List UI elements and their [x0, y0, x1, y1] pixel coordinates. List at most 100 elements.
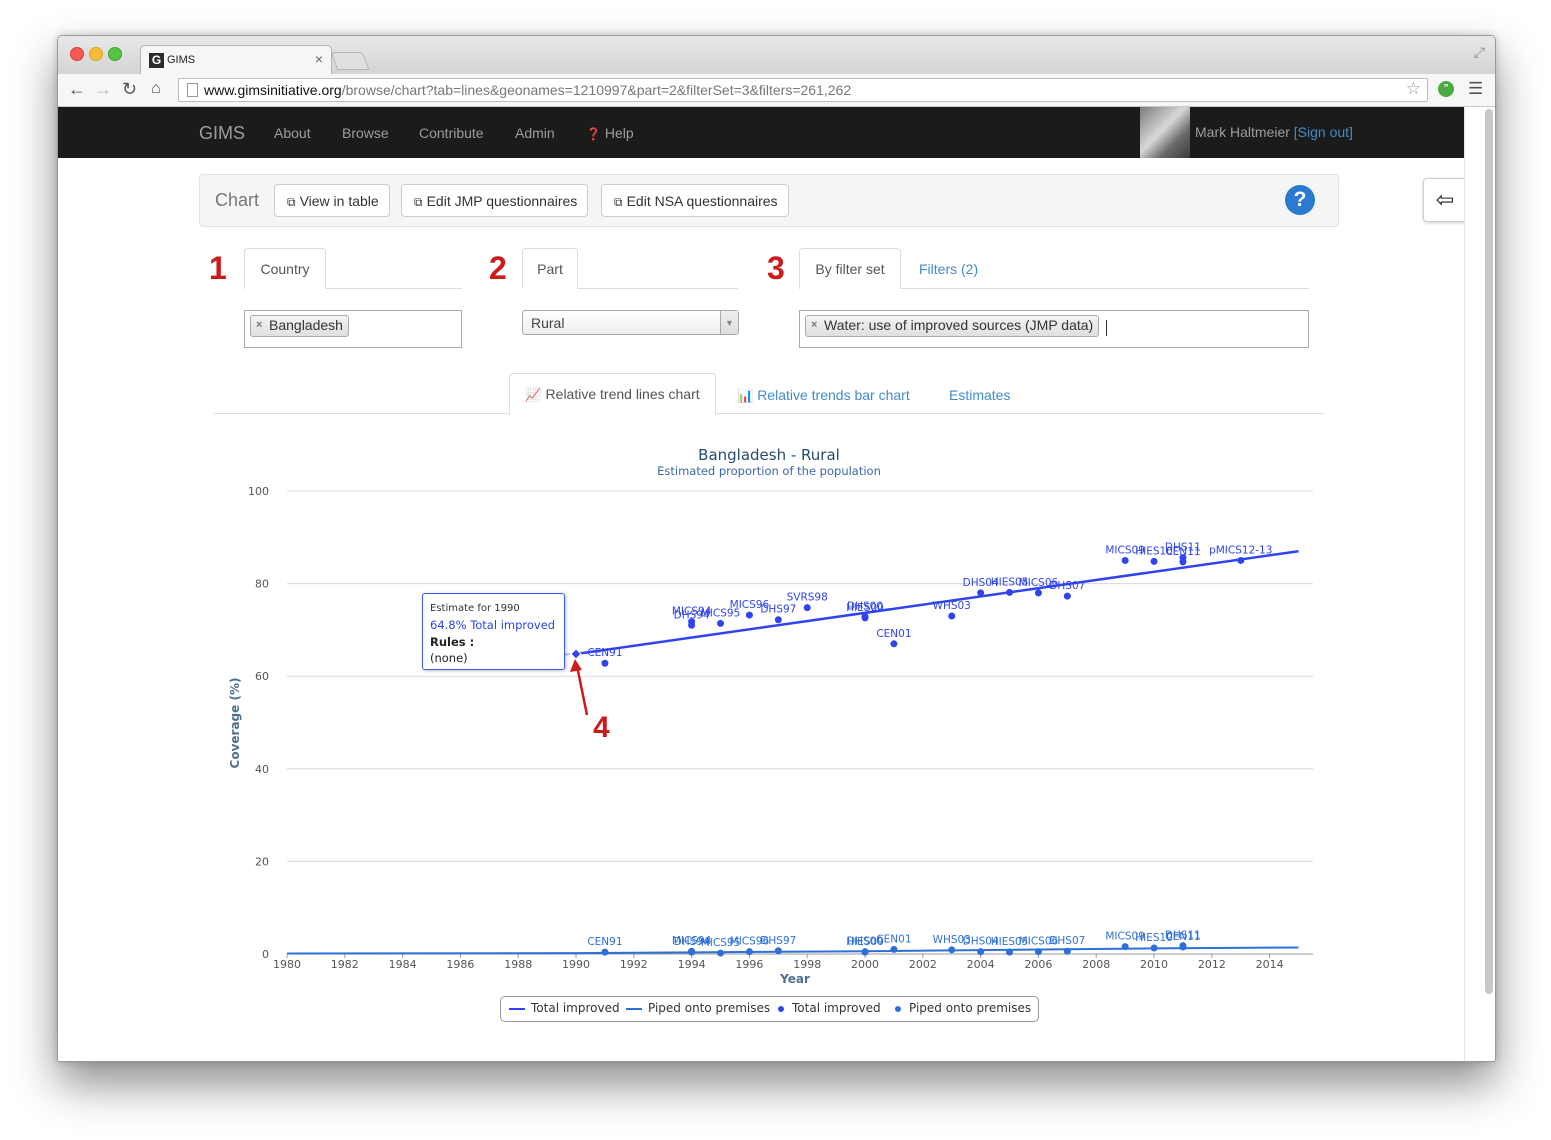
trend-lines-chart: CEN91MICS94DHS94MICS95MICS96DHS97SVRS98H…: [228, 446, 1313, 986]
y-tick-label: 40: [255, 763, 269, 776]
legend-dot-swatch: [895, 1005, 901, 1012]
x-tick-label: 2002: [909, 958, 937, 971]
tooltip-rules-label: Rules :: [430, 635, 475, 649]
step-4-marker: 4: [593, 711, 610, 744]
tab-close-icon[interactable]: ×: [315, 51, 323, 67]
page-scrollbar[interactable]: [1464, 107, 1495, 1061]
data-point: [774, 947, 782, 955]
minimize-window-button[interactable]: [89, 47, 103, 61]
x-tick-label: 2010: [1140, 958, 1168, 971]
chart-subtitle: Estimated proportion of the population: [657, 464, 881, 478]
data-point: [1034, 948, 1042, 956]
y-axis-label: Coverage (%): [228, 678, 242, 769]
x-tick-label: 1980: [273, 958, 301, 971]
x-tick-label: 2014: [1256, 958, 1284, 971]
legend-item[interactable]: Total improved: [509, 1001, 620, 1015]
bookmark-star-icon[interactable]: ☆: [1406, 79, 1421, 99]
x-tick-label: 1996: [735, 958, 763, 971]
new-tab-button[interactable]: [330, 52, 370, 70]
data-point-label: DHS97: [760, 935, 796, 947]
data-point: [977, 589, 985, 597]
forward-arrow-icon[interactable]: →: [94, 80, 112, 98]
data-point: [1179, 942, 1187, 950]
data-point: [717, 949, 725, 957]
y-tick-label: 20: [255, 855, 269, 868]
y-tick-label: 60: [255, 670, 269, 683]
data-point-label: DHS11: [1165, 930, 1201, 942]
legend-line-swatch: [626, 1007, 642, 1010]
data-point: [745, 611, 753, 619]
tooltip-value: 64.8% Total improved: [430, 618, 556, 632]
page-icon: [187, 83, 198, 97]
x-tick-label: 1982: [331, 958, 359, 971]
legend-dot-swatch: [778, 1005, 784, 1012]
x-tick-label: 2000: [851, 958, 879, 971]
zoom-window-button[interactable]: [108, 47, 122, 61]
data-point-label: CEN91: [587, 936, 622, 948]
x-tick-label: 1998: [793, 958, 821, 971]
browser-toolbar: ← → ↻ ⌂ www.gimsinitiative.org/browse/ch…: [58, 74, 1495, 107]
fullscreen-icon[interactable]: ⤢: [1474, 44, 1485, 61]
legend-line-swatch: [509, 1007, 525, 1010]
tab-title: GIMS: [167, 54, 196, 66]
x-tick-label: 2004: [967, 958, 995, 971]
tooltip-header: Estimate for 1990: [430, 603, 520, 614]
data-point-label: SVRS98: [787, 592, 828, 604]
legend-item[interactable]: Piped onto premises: [626, 1001, 770, 1015]
x-tick-label: 1984: [389, 958, 417, 971]
x-tick-label: 1986: [446, 958, 474, 971]
data-point: [1237, 556, 1245, 564]
scrollbar-thumb[interactable]: [1485, 109, 1493, 994]
tooltip-rules-value: (none): [430, 651, 468, 665]
annotation-arrow-head: [570, 658, 583, 672]
url-text[interactable]: www.gimsinitiative.org/browse/chart?tab=…: [204, 82, 851, 98]
browser-menu-icon[interactable]: ☰: [1468, 79, 1483, 99]
reload-icon[interactable]: ↻: [122, 80, 137, 98]
annotation-arrow-shaft: [575, 665, 589, 716]
data-point: [717, 619, 725, 627]
home-icon[interactable]: ⌂: [151, 80, 161, 98]
data-point: [1006, 588, 1014, 596]
data-point: [1006, 948, 1014, 956]
legend-item[interactable]: Piped onto premises: [891, 1001, 1031, 1015]
x-tick-label: 2008: [1082, 958, 1110, 971]
browser-window: G GIMS × ⤢ ← → ↻ ⌂ www.gimsinitiative.or…: [57, 35, 1496, 1062]
data-point: [688, 948, 696, 956]
data-point: [688, 621, 696, 629]
data-point-label: pMICS12-13: [1209, 544, 1272, 556]
data-point: [1034, 589, 1042, 597]
data-point: [948, 612, 956, 620]
browser-tab[interactable]: G GIMS ×: [140, 45, 332, 76]
data-point: [774, 616, 782, 624]
x-tick-label: 1990: [562, 958, 590, 971]
chart-title: Bangladesh - Rural: [698, 446, 840, 464]
address-bar[interactable]: www.gimsinitiative.org/browse/chart?tab=…: [178, 78, 1428, 102]
data-point-label: WHS03: [933, 600, 971, 612]
data-point-label: DHS11: [1165, 542, 1201, 554]
y-tick-label: 0: [262, 948, 269, 961]
x-tick-label: 2012: [1198, 958, 1226, 971]
data-point: [803, 604, 811, 612]
x-axis-label: Year: [779, 972, 810, 986]
page-viewport: GIMS About Browse Contribute Admin ❓ Hel…: [58, 107, 1495, 1061]
data-point-label: DHS97: [760, 604, 796, 616]
gims-favicon-icon: G: [149, 53, 164, 68]
data-point: [977, 948, 985, 956]
legend-item[interactable]: Total improved: [774, 1001, 881, 1015]
data-point: [948, 946, 956, 954]
data-point: [890, 640, 898, 648]
data-point: [1121, 556, 1129, 564]
data-point-label: CEN01: [876, 628, 911, 640]
data-point: [1150, 557, 1158, 565]
data-point-label: DHS07: [1049, 935, 1085, 947]
close-window-button[interactable]: [70, 47, 84, 61]
x-tick-label: 1988: [504, 958, 532, 971]
y-tick-label: 80: [255, 578, 269, 591]
back-arrow-icon[interactable]: ←: [68, 80, 86, 98]
highlight-diamond-marker: [570, 648, 582, 660]
data-point: [1121, 943, 1129, 951]
extension-icon[interactable]: ”: [1438, 81, 1454, 97]
data-point: [890, 945, 898, 953]
data-point: [1150, 944, 1158, 952]
data-point: [745, 948, 753, 956]
